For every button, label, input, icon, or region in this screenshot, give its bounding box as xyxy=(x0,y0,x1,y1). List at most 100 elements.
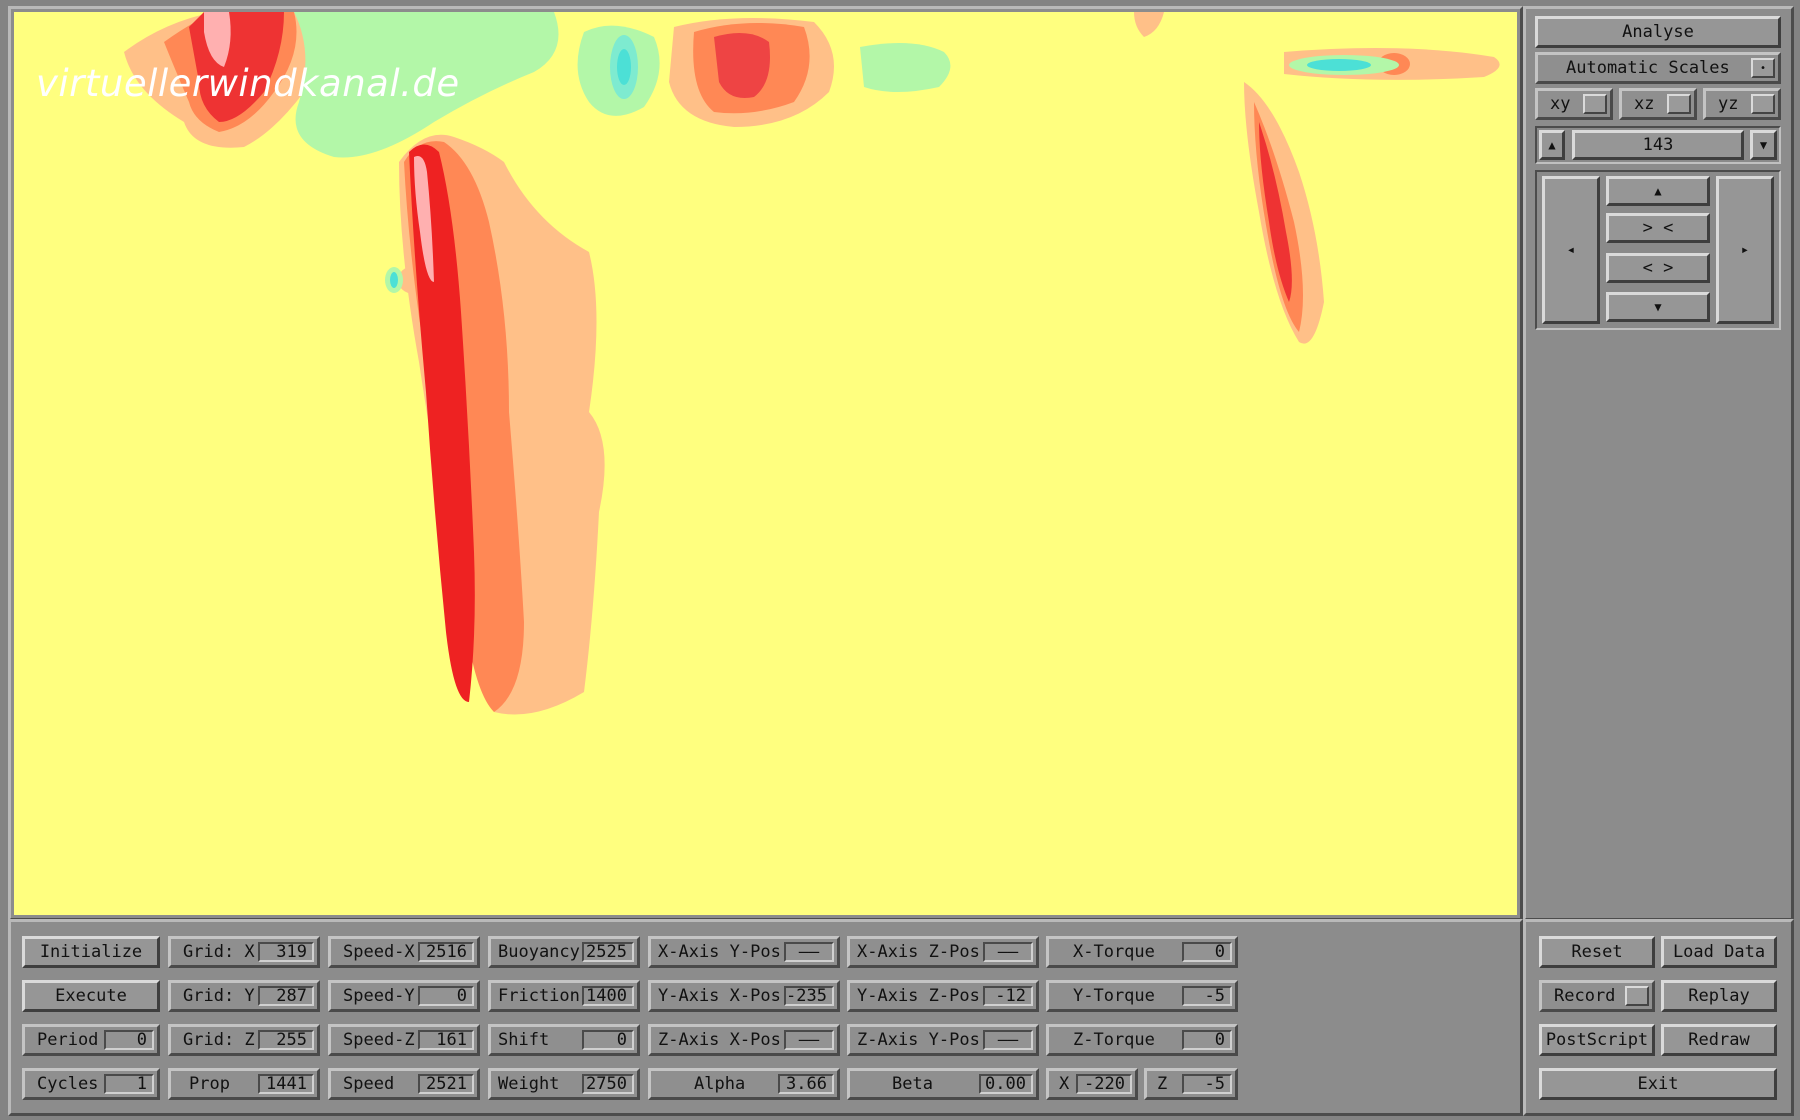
y-torque-value[interactable]: -5 xyxy=(1182,986,1232,1006)
plane-xy-toggle[interactable]: xy xyxy=(1535,88,1613,120)
load-data-button[interactable]: Load Data xyxy=(1661,936,1777,968)
friction-value[interactable]: 1400 xyxy=(582,986,634,1006)
zaxis-ypos-field[interactable]: Z-Axis Y-Pos —— xyxy=(847,1024,1039,1056)
y-torque-field[interactable]: Y-Torque -5 xyxy=(1046,980,1238,1012)
yaxis-zpos-field[interactable]: Y-Axis Z-Pos -12 xyxy=(847,980,1039,1012)
shift-field[interactable]: Shift 0 xyxy=(488,1024,640,1056)
redraw-button[interactable]: Redraw xyxy=(1661,1024,1777,1056)
prop-label: Prop xyxy=(189,1074,230,1094)
plane-yz-toggle[interactable]: yz xyxy=(1703,88,1781,120)
beta-value[interactable]: 0.00 xyxy=(979,1074,1033,1094)
x-position-label: X xyxy=(1059,1074,1070,1094)
zaxis-ypos-value[interactable]: —— xyxy=(983,1030,1033,1050)
reset-button[interactable]: Reset xyxy=(1539,936,1655,968)
analyse-button[interactable]: Analyse xyxy=(1535,16,1781,48)
z-position-label: Z xyxy=(1157,1074,1168,1094)
postscript-button[interactable]: PostScript xyxy=(1539,1024,1655,1056)
z-position-value[interactable]: -5 xyxy=(1182,1074,1232,1094)
z-position-field[interactable]: Z -5 xyxy=(1144,1068,1238,1100)
grid-z-label: Grid: Z xyxy=(183,1030,255,1050)
speed-field[interactable]: Speed 2521 xyxy=(328,1068,480,1100)
yaxis-xpos-value[interactable]: -235 xyxy=(784,986,834,1006)
record-checkbox[interactable] xyxy=(1625,986,1649,1006)
replay-button[interactable]: Replay xyxy=(1661,980,1777,1012)
slice-down-button[interactable]: ▼ xyxy=(1750,130,1777,160)
pan-down-button[interactable]: ▼ xyxy=(1606,292,1710,322)
speed-x-field[interactable]: Speed-X 2516 xyxy=(328,936,480,968)
grid-y-value[interactable]: 287 xyxy=(258,986,314,1006)
zoom-out-button[interactable]: < > xyxy=(1606,253,1710,283)
buoyancy-field[interactable]: Buoyancy 2525 xyxy=(488,936,640,968)
period-field[interactable]: Period 0 xyxy=(22,1024,160,1056)
zaxis-ypos-label: Z-Axis Y-Pos xyxy=(857,1030,980,1050)
xaxis-ypos-value[interactable]: —— xyxy=(784,942,834,962)
z-torque-value[interactable]: 0 xyxy=(1182,1030,1232,1050)
grid-x-value[interactable]: 319 xyxy=(258,942,314,962)
grid-z-field[interactable]: Grid: Z 255 xyxy=(168,1024,320,1056)
speed-y-value[interactable]: 0 xyxy=(418,986,474,1006)
grid-x-field[interactable]: Grid: X 319 xyxy=(168,936,320,968)
flow-visualization-canvas[interactable]: virtuellerwindkanal.de xyxy=(14,12,1517,915)
grid-y-field[interactable]: Grid: Y 287 xyxy=(168,980,320,1012)
speed-z-field[interactable]: Speed-Z 161 xyxy=(328,1024,480,1056)
weight-label: Weight xyxy=(498,1074,560,1094)
speed-z-value[interactable]: 161 xyxy=(418,1030,474,1050)
grid-z-value[interactable]: 255 xyxy=(258,1030,314,1050)
speed-x-value[interactable]: 2516 xyxy=(418,942,474,962)
automatic-scales-toggle[interactable]: Automatic Scales • xyxy=(1535,52,1781,84)
exit-button[interactable]: Exit xyxy=(1539,1068,1777,1100)
xaxis-zpos-field[interactable]: X-Axis Z-Pos —— xyxy=(847,936,1039,968)
speed-y-field[interactable]: Speed-Y 0 xyxy=(328,980,480,1012)
z-torque-field[interactable]: Z-Torque 0 xyxy=(1046,1024,1238,1056)
plane-yz-checkbox[interactable] xyxy=(1751,94,1775,114)
speed-value[interactable]: 2521 xyxy=(418,1074,474,1094)
plane-xy-label: xy xyxy=(1550,94,1571,114)
prop-value[interactable]: 1441 xyxy=(258,1074,314,1094)
zaxis-xpos-field[interactable]: Z-Axis X-Pos —— xyxy=(648,1024,840,1056)
speed-y-label: Speed-Y xyxy=(343,986,415,1006)
cycles-value[interactable]: 1 xyxy=(104,1074,154,1094)
alpha-field[interactable]: Alpha 3.66 xyxy=(648,1068,840,1100)
pan-left-button[interactable]: ◂ xyxy=(1542,176,1600,324)
xaxis-zpos-value[interactable]: —— xyxy=(983,942,1033,962)
initialize-button[interactable]: Initialize xyxy=(22,936,160,968)
buoyancy-value[interactable]: 2525 xyxy=(582,942,634,962)
plane-xy-checkbox[interactable] xyxy=(1583,94,1607,114)
grid-x-label: Grid: X xyxy=(183,942,255,962)
yaxis-zpos-value[interactable]: -12 xyxy=(983,986,1033,1006)
record-toggle[interactable]: Record xyxy=(1539,980,1655,1012)
weight-value[interactable]: 2750 xyxy=(582,1074,634,1094)
yaxis-xpos-label: Y-Axis X-Pos xyxy=(658,986,781,1006)
pan-up-button[interactable]: ▲ xyxy=(1606,176,1710,206)
pan-right-button[interactable]: ▸ xyxy=(1716,176,1774,324)
slice-up-button[interactable]: ▲ xyxy=(1539,130,1565,160)
friction-field[interactable]: Friction 1400 xyxy=(488,980,640,1012)
x-torque-value[interactable]: 0 xyxy=(1182,942,1232,962)
speed-z-label: Speed-Z xyxy=(343,1030,415,1050)
zaxis-xpos-label: Z-Axis X-Pos xyxy=(658,1030,781,1050)
plane-xz-toggle[interactable]: xz xyxy=(1619,88,1697,120)
friction-label: Friction xyxy=(498,986,580,1006)
zaxis-xpos-value[interactable]: —— xyxy=(784,1030,834,1050)
prop-field[interactable]: Prop 1441 xyxy=(168,1068,320,1100)
x-position-value[interactable]: -220 xyxy=(1076,1074,1132,1094)
x-position-field[interactable]: X -220 xyxy=(1046,1068,1138,1100)
buoyancy-label: Buoyancy xyxy=(498,942,580,962)
period-label: Period xyxy=(37,1030,99,1050)
yaxis-xpos-field[interactable]: Y-Axis X-Pos -235 xyxy=(648,980,840,1012)
xaxis-ypos-label: X-Axis Y-Pos xyxy=(658,942,781,962)
plane-yz-label: yz xyxy=(1718,94,1739,114)
period-value[interactable]: 0 xyxy=(104,1030,154,1050)
beta-field[interactable]: Beta 0.00 xyxy=(847,1068,1039,1100)
xaxis-zpos-label: X-Axis Z-Pos xyxy=(857,942,980,962)
cycles-field[interactable]: Cycles 1 xyxy=(22,1068,160,1100)
alpha-value[interactable]: 3.66 xyxy=(778,1074,834,1094)
weight-field[interactable]: Weight 2750 xyxy=(488,1068,640,1100)
automatic-scales-checkbox[interactable]: • xyxy=(1751,58,1775,78)
zoom-in-button[interactable]: > < xyxy=(1606,213,1710,243)
shift-value[interactable]: 0 xyxy=(582,1030,634,1050)
x-torque-field[interactable]: X-Torque 0 xyxy=(1046,936,1238,968)
plane-xz-checkbox[interactable] xyxy=(1667,94,1691,114)
execute-button[interactable]: Execute xyxy=(22,980,160,1012)
xaxis-ypos-field[interactable]: X-Axis Y-Pos —— xyxy=(648,936,840,968)
